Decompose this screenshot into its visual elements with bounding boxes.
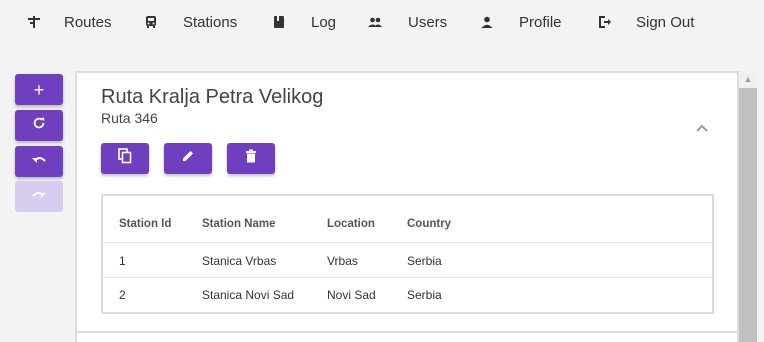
cell-country: Serbia: [407, 254, 442, 268]
copy-button[interactable]: [101, 143, 149, 174]
row-divider: [103, 277, 712, 278]
col-location[interactable]: Location: [327, 218, 375, 230]
header-divider: [103, 242, 712, 243]
route-subtitle: Ruta 346: [101, 110, 158, 126]
nav-stations[interactable]: Stations: [143, 10, 237, 34]
col-station-id[interactable]: Station Id: [119, 218, 171, 230]
chevron-up-icon[interactable]: [693, 119, 711, 137]
next-card: [75, 331, 739, 342]
nav-users-label: Users: [408, 13, 448, 31]
nav-routes-label: Routes: [64, 13, 112, 31]
train-icon: [143, 14, 159, 30]
nav-log[interactable]: Log: [271, 10, 336, 34]
nav-stations-label: Stations: [183, 13, 238, 31]
nav-sign-out-label: Sign Out: [636, 13, 695, 31]
col-country[interactable]: Country: [407, 218, 451, 230]
pencil-icon: [181, 149, 195, 168]
book-icon: [271, 14, 287, 30]
person-icon: [479, 14, 495, 30]
undo-icon: [31, 152, 47, 171]
cell-station-name: Stanica Novi Sad: [202, 288, 295, 302]
trash-icon: [245, 149, 257, 168]
col-station-name[interactable]: Station Name: [202, 218, 276, 230]
nav-profile[interactable]: Profile: [479, 10, 562, 34]
nav-profile-label: Profile: [519, 13, 562, 31]
refresh-button[interactable]: [15, 110, 63, 141]
plus-icon: +: [33, 79, 45, 100]
edit-button[interactable]: [164, 143, 212, 174]
route-title: Ruta Kralja Petra Velikog: [101, 86, 324, 108]
scroll-up-icon[interactable]: ▲: [742, 74, 754, 84]
undo-button[interactable]: [15, 146, 63, 177]
cell-location: Vrbas: [327, 254, 358, 268]
add-button[interactable]: +: [15, 74, 63, 105]
scrollbar-thumb[interactable]: [739, 88, 757, 342]
top-nav: Routes Stations Log Users Profile Sign O…: [0, 0, 764, 44]
users-icon: [367, 14, 383, 30]
cell-station-id: 2: [119, 288, 126, 302]
redo-button[interactable]: [15, 181, 63, 212]
nav-sign-out[interactable]: Sign Out: [596, 10, 694, 34]
cell-station-name: Stanica Vrbas: [202, 254, 277, 268]
cell-country: Serbia: [407, 288, 442, 302]
refresh-icon: [32, 116, 46, 135]
logout-icon: [596, 14, 612, 30]
copy-icon: [118, 148, 132, 169]
nav-users[interactable]: Users: [367, 10, 447, 34]
redo-icon: [31, 187, 47, 206]
delete-button[interactable]: [227, 143, 275, 174]
cell-station-id: 1: [119, 254, 126, 268]
nav-routes[interactable]: Routes: [26, 10, 112, 34]
cell-location: Novi Sad: [327, 288, 376, 302]
nav-log-label: Log: [311, 13, 337, 31]
signpost-icon: [26, 14, 42, 30]
